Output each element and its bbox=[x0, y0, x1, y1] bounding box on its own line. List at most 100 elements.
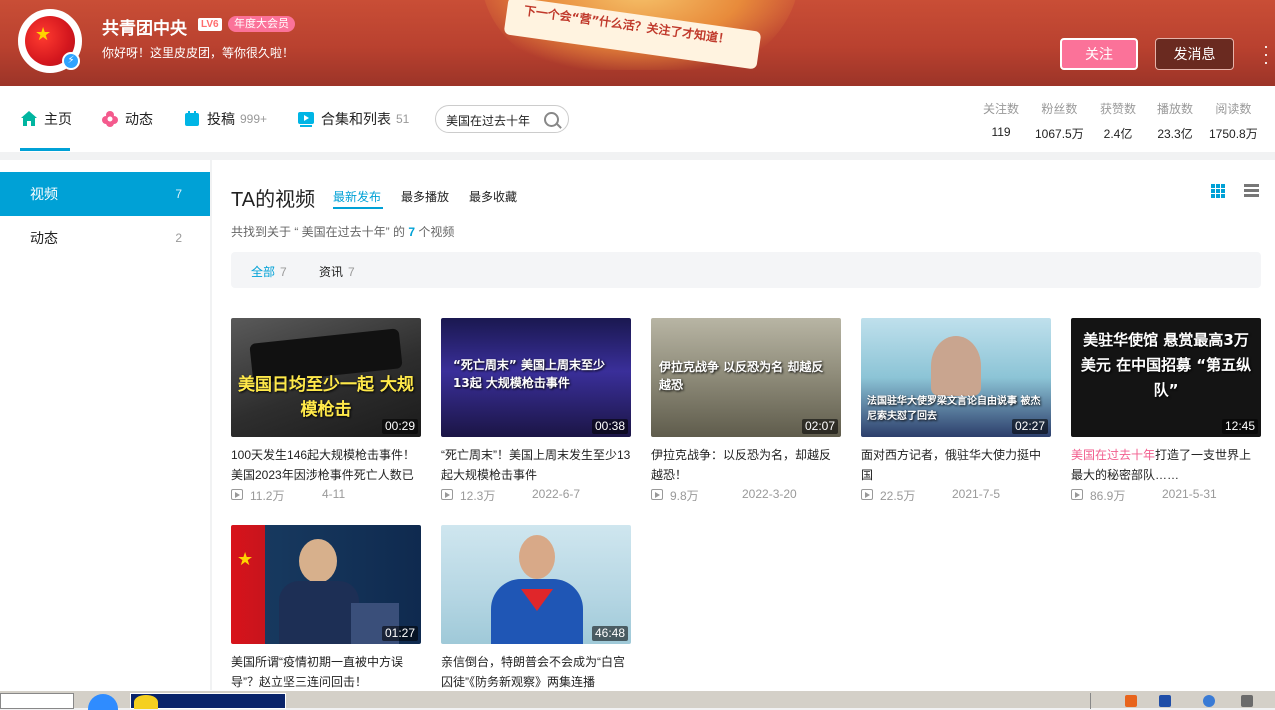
sidebar-item-dynamic[interactable]: 动态 2 bbox=[0, 216, 210, 260]
sort-active-indicator bbox=[333, 207, 383, 209]
play-count-icon bbox=[441, 489, 453, 500]
video-date: 2021-5-31 bbox=[1162, 487, 1217, 501]
video-card[interactable]: ★ 01:27 美国所谓“疫情初期一直被中方误导”？赵立坚三连问回击！ bbox=[231, 525, 421, 692]
play-count-icon bbox=[861, 489, 873, 500]
taskbar-input[interactable] bbox=[0, 693, 74, 709]
sort-most-played[interactable]: 最多播放 bbox=[401, 188, 449, 205]
video-card[interactable]: 伊拉克战争 以反恐为名 却越反越恐 02:07 伊拉克战争：以反恐为名，却越反越… bbox=[651, 318, 841, 503]
stat-label: 粉丝数 bbox=[1041, 102, 1078, 116]
tray-icon[interactable] bbox=[1159, 695, 1171, 707]
filter-news[interactable]: 资讯 7 bbox=[319, 263, 355, 280]
sort-latest[interactable]: 最新发布 bbox=[333, 188, 381, 205]
video-views: 9.8万 bbox=[670, 489, 699, 503]
tab-collections-label: 合集和列表 bbox=[321, 111, 391, 127]
vip-badge[interactable]: 年度大会员 bbox=[228, 16, 295, 32]
video-title[interactable]: 亲信倒台，特朗普会不会成为“白宫囚徒”《防务新观察》两集连播 bbox=[441, 652, 631, 692]
video-title[interactable]: “死亡周末”！美国上周末发生至少13起大规模枪击事件 bbox=[441, 445, 631, 485]
video-thumbnail[interactable]: 美驻华使馆 悬赏最高3万美元 在中国招募 “第五纵队” 12:45 bbox=[1071, 318, 1261, 437]
tab-collections-count: 51 bbox=[396, 112, 410, 126]
video-duration: 12:45 bbox=[1221, 419, 1258, 434]
video-duration: 00:38 bbox=[591, 419, 628, 434]
filter-all[interactable]: 全部 7 bbox=[251, 263, 287, 280]
playlist-icon bbox=[298, 112, 314, 127]
tab-uploads-label: 投稿 bbox=[207, 111, 235, 127]
thumbnail-text: 伊拉克战争 以反恐为名 却越反越恐 bbox=[659, 360, 824, 392]
video-thumbnail[interactable]: “死亡周末” 美国上周末至少13起 大规模枪击事件 00:38 bbox=[441, 318, 631, 437]
video-card[interactable]: 法国驻华大使罗梁文言论自由说事 被杰尼索夫怼了回去 02:27 面对西方记者，俄… bbox=[861, 318, 1051, 503]
video-thumbnail[interactable]: ★ 01:27 bbox=[231, 525, 421, 644]
video-thumbnail[interactable]: 伊拉克战争 以反恐为名 却越反越恐 02:07 bbox=[651, 318, 841, 437]
page-title: TA的视频 bbox=[231, 189, 316, 211]
search-icon[interactable] bbox=[544, 112, 559, 127]
thumbnail-text: 美国日均至少一起 大规模枪击 bbox=[238, 375, 414, 420]
sort-most-favorited[interactable]: 最多收藏 bbox=[469, 188, 517, 205]
stat-value: 1750.8万 bbox=[1209, 127, 1258, 141]
search-box[interactable]: 美国在过去十年 bbox=[435, 105, 569, 133]
send-message-button[interactable]: 发消息 bbox=[1155, 38, 1234, 70]
stat-reads: 阅读数 1750.8万 bbox=[1209, 100, 1258, 142]
figure-head bbox=[519, 535, 555, 579]
follow-button[interactable]: 关注 bbox=[1060, 38, 1138, 70]
search-input[interactable]: 美国在过去十年 bbox=[446, 112, 530, 129]
sidebar-item-label: 视频 bbox=[30, 186, 58, 202]
video-meta: 11.2万 4-11 bbox=[231, 487, 421, 503]
tray-icon[interactable] bbox=[1125, 695, 1137, 707]
list-view-icon[interactable] bbox=[1244, 184, 1259, 198]
speaker-head bbox=[299, 539, 337, 583]
found-count: 7 bbox=[408, 225, 416, 239]
stat-likes: 获赞数 2.4亿 bbox=[1100, 100, 1136, 142]
tab-dynamic[interactable]: 动态 bbox=[101, 108, 153, 130]
tab-dynamic-label: 动态 bbox=[125, 111, 153, 127]
play-count-icon bbox=[651, 489, 663, 500]
video-meta: 22.5万 2021-7-5 bbox=[861, 487, 1051, 503]
user-signature: 你好呀！这里皮皮团，等你很久啦！ bbox=[102, 46, 295, 60]
video-views: 86.9万 bbox=[1090, 489, 1126, 503]
video-title[interactable]: 伊拉克战争：以反恐为名，却越反越恐！ bbox=[651, 445, 841, 485]
tray-icon[interactable] bbox=[1203, 695, 1215, 707]
video-date: 2022-6-7 bbox=[532, 487, 581, 501]
profile-banner: 下一个会“营”什么活？关注了才知道！ ★ ⚡ 共青团中央 LV6 年度大会员 你… bbox=[0, 0, 1275, 86]
video-meta: 9.8万 2022-3-20 bbox=[651, 487, 841, 503]
flower-icon bbox=[102, 111, 118, 127]
more-options-icon[interactable]: · · · bbox=[1262, 37, 1270, 71]
stat-plays: 播放数 23.3亿 bbox=[1157, 100, 1193, 142]
video-duration: 00:29 bbox=[381, 419, 418, 434]
play-count-icon bbox=[231, 489, 243, 500]
os-taskbar bbox=[0, 690, 1275, 710]
thumbnail-text: “死亡周末” 美国上周末至少13起 大规模枪击事件 bbox=[453, 358, 605, 390]
video-title[interactable]: 100天发生146起大规模枪击事件！美国2023年因涉枪事件死亡人数已 bbox=[231, 445, 421, 485]
stat-value: 23.3亿 bbox=[1157, 127, 1193, 141]
grid-view-icon[interactable] bbox=[1211, 184, 1225, 198]
video-card[interactable]: “死亡周末” 美国上周末至少13起 大规模枪击事件 00:38 “死亡周末”！美… bbox=[441, 318, 631, 503]
filter-count: 7 bbox=[348, 265, 355, 279]
tab-collections[interactable]: 合集和列表 51 bbox=[297, 108, 409, 130]
video-title[interactable]: 美国所谓“疫情初期一直被中方误导”？赵立坚三连问回击！ bbox=[231, 652, 421, 692]
video-meta: 12.3万 2022-6-7 bbox=[441, 487, 631, 503]
video-thumbnail[interactable]: 美国日均至少一起 大规模枪击 00:29 bbox=[231, 318, 421, 437]
video-card[interactable]: 美驻华使馆 悬赏最高3万美元 在中国招募 “第五纵队” 12:45 美国在过去十… bbox=[1071, 318, 1261, 503]
video-title[interactable]: 面对西方记者，俄驻华大使力挺中国 bbox=[861, 445, 1051, 485]
sidebar-item-count: 7 bbox=[175, 187, 182, 201]
video-thumbnail[interactable]: 法国驻华大使罗梁文言论自由说事 被杰尼索夫怼了回去 02:27 bbox=[861, 318, 1051, 437]
level-badge: LV6 bbox=[198, 18, 222, 31]
tray-icon[interactable] bbox=[1241, 695, 1253, 707]
tab-home[interactable]: 主页 bbox=[20, 108, 72, 130]
stat-label: 关注数 bbox=[983, 102, 1020, 116]
video-duration: 02:27 bbox=[1011, 419, 1048, 434]
video-views: 22.5万 bbox=[880, 489, 916, 503]
stat-following[interactable]: 关注数 119 bbox=[983, 100, 1019, 139]
speaker-body bbox=[279, 581, 359, 644]
stat-followers[interactable]: 粉丝数 1067.5万 bbox=[1035, 100, 1084, 142]
tab-uploads[interactable]: 投稿 999+ bbox=[183, 108, 267, 130]
video-meta: 86.9万 2021-5-31 bbox=[1071, 487, 1261, 503]
sidebar-item-videos[interactable]: 视频 7 bbox=[0, 172, 210, 216]
system-tray bbox=[1090, 693, 1275, 709]
play-count-icon bbox=[1071, 489, 1083, 500]
video-title[interactable]: 美国在过去十年打造了一支世界上最大的秘密部队…… bbox=[1071, 445, 1261, 485]
stat-value: 1067.5万 bbox=[1035, 127, 1084, 141]
star-icon: ★ bbox=[35, 24, 52, 44]
video-thumbnail[interactable]: 46:48 bbox=[441, 525, 631, 644]
video-card[interactable]: 46:48 亲信倒台，特朗普会不会成为“白宫囚徒”《防务新观察》两集连播 bbox=[441, 525, 631, 692]
stat-label: 阅读数 bbox=[1215, 102, 1252, 116]
video-card[interactable]: 美国日均至少一起 大规模枪击 00:29 100天发生146起大规模枪击事件！美… bbox=[231, 318, 421, 503]
